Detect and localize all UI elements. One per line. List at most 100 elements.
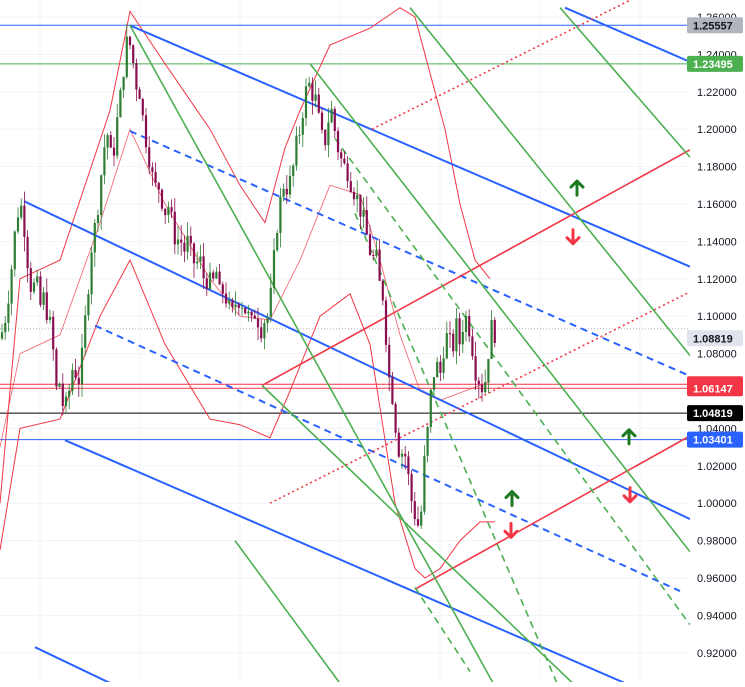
y-tick-label: 1.14000: [697, 236, 737, 248]
candle-body: [256, 318, 260, 328]
candle-body: [253, 315, 256, 319]
candle-body: [468, 316, 471, 337]
price-chart[interactable]: 1.260001.240001.220001.200001.180001.160…: [0, 0, 745, 687]
candle-body: [234, 304, 237, 308]
candle-body: [336, 130, 340, 153]
candle-body: [39, 276, 42, 305]
candle-body: [58, 383, 61, 387]
candle-body: [493, 320, 496, 343]
y-tick-label: 0.92000: [697, 648, 737, 660]
candle-body: [356, 194, 359, 200]
candle-body: [106, 135, 109, 148]
candle-body: [183, 242, 186, 252]
candle-body: [151, 167, 154, 172]
candle-body: [314, 94, 317, 101]
candle-body: [420, 511, 423, 526]
price-tag-label: 1.06147: [693, 383, 733, 395]
candle-body: [32, 282, 36, 292]
candle-body: [68, 390, 71, 397]
y-tick-label: 1.00000: [697, 498, 737, 510]
candle-body: [170, 207, 173, 212]
candle-body: [282, 188, 285, 197]
candle-body: [474, 356, 477, 381]
candle-body: [327, 122, 330, 146]
candle-body: [308, 82, 311, 87]
candle-body: [260, 327, 263, 339]
candle-body: [173, 211, 176, 245]
candle-body: [87, 294, 90, 316]
candle-body: [477, 380, 480, 385]
candle-body: [125, 36, 128, 77]
candle-body: [64, 396, 68, 406]
candle-body: [269, 287, 272, 317]
candle-body: [0, 332, 4, 339]
price-tag: 1.25557: [687, 17, 743, 34]
y-tick-label: 1.12000: [697, 274, 737, 286]
candle-body: [362, 210, 365, 217]
candle-body: [96, 215, 100, 223]
candle-body: [205, 278, 208, 289]
candle-body: [74, 370, 77, 378]
candle-body: [55, 349, 58, 387]
candle-body: [103, 147, 106, 176]
candle-body: [231, 300, 234, 308]
candle-body: [436, 361, 439, 378]
candle-body: [90, 252, 93, 295]
candle-body: [461, 332, 464, 345]
candle-body: [199, 256, 202, 262]
candle-body: [13, 231, 16, 270]
candle-body: [202, 256, 205, 279]
candle-body: [247, 311, 250, 314]
candle-body: [349, 181, 352, 192]
y-tick-label: 1.18000: [697, 162, 737, 174]
candle-body: [112, 147, 116, 156]
candle-body: [340, 152, 343, 159]
candle-body: [311, 82, 314, 101]
candle-body: [141, 99, 144, 116]
price-tag-label: 1.08819: [693, 333, 733, 345]
candle-body: [400, 453, 404, 457]
y-tick-label: 1.08000: [697, 349, 737, 361]
candle-body: [109, 135, 112, 148]
candle-body: [423, 455, 426, 512]
candle-body: [455, 318, 458, 352]
chart-container[interactable]: 1.260001.240001.220001.200001.180001.160…: [0, 0, 745, 687]
candle-body: [448, 333, 452, 335]
price-tag: 1.08819: [687, 330, 743, 347]
candle-body: [250, 311, 253, 316]
candle-body: [490, 320, 493, 360]
candle-body: [71, 370, 74, 391]
candle-body: [320, 112, 324, 130]
candle-body: [429, 389, 432, 428]
candle-body: [464, 316, 468, 333]
candle-body: [45, 292, 48, 321]
candle-body: [292, 165, 295, 176]
candle-body: [295, 135, 298, 166]
candle-body: [381, 280, 384, 301]
candle-body: [432, 377, 436, 390]
candle-body: [397, 432, 400, 457]
candle-body: [388, 344, 391, 378]
candle-body: [285, 188, 288, 195]
candle-body: [218, 271, 221, 285]
candle-body: [10, 269, 13, 304]
candle-body: [458, 318, 461, 345]
candle-body: [407, 456, 410, 475]
candle-body: [29, 268, 32, 292]
candle-body: [84, 315, 87, 348]
candle-body: [196, 261, 199, 264]
candle-body: [480, 384, 484, 393]
candle-body: [394, 403, 397, 433]
price-tag: 1.03401: [687, 431, 743, 448]
candle-body: [372, 255, 375, 257]
candle-body: [317, 94, 320, 113]
candle-body: [148, 147, 151, 168]
candle-body: [471, 336, 474, 357]
candle-body: [333, 108, 336, 131]
candle-body: [445, 333, 448, 359]
y-tick-label: 0.96000: [697, 573, 737, 585]
candle-body: [7, 303, 10, 323]
y-tick-label: 1.20000: [697, 124, 737, 136]
candle-body: [365, 210, 368, 235]
candle-body: [26, 236, 29, 269]
